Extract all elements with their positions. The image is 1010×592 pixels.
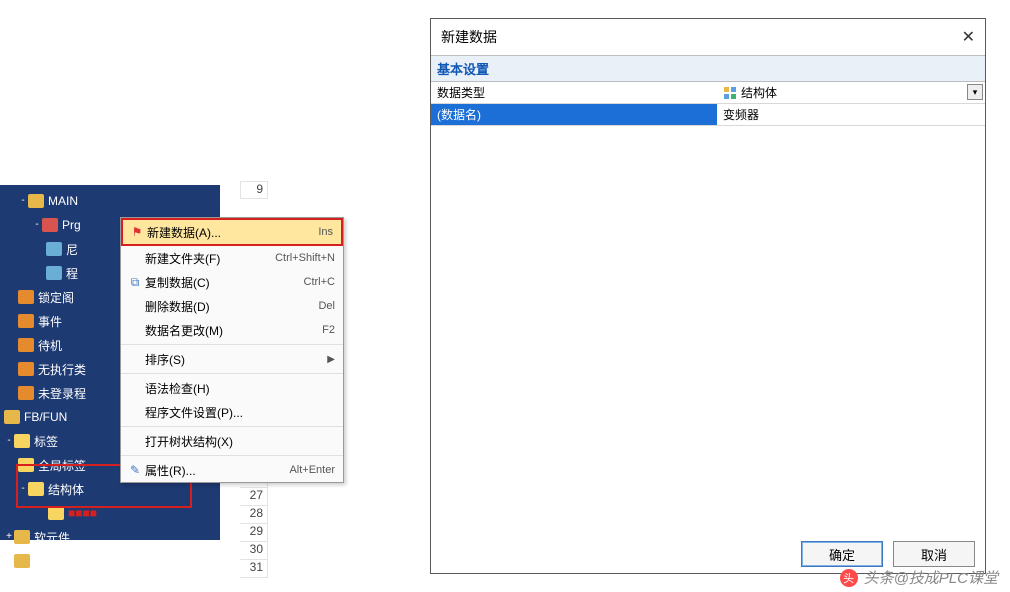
menu-label: 删除数据(D) — [145, 298, 318, 315]
watermark-icon: 头 — [840, 569, 858, 587]
copy-icon: ⧉ — [125, 274, 145, 290]
menu-shortcut: F2 — [322, 324, 335, 336]
new-data-dialog: 新建数据 ✕ 基本设置 数据类型 结构体 ▾ (数据名) 确定 取消 — [430, 18, 986, 574]
properties-icon: ✎ — [125, 462, 145, 478]
menu-shortcut: Del — [318, 300, 335, 312]
menu-separator — [121, 373, 343, 374]
tag-icon — [14, 434, 30, 448]
block-icon — [46, 242, 62, 256]
menu-label: 语法检查(H) — [145, 380, 335, 397]
tree-item-main[interactable]: - MAIN — [4, 189, 220, 213]
data-type-label: 数据类型 — [431, 82, 717, 103]
menu-copy-data[interactable]: ⧉ 复制数据(C) Ctrl+C — [121, 270, 343, 294]
tree-item-devcomment[interactable]: +软元件 — [4, 525, 220, 549]
tree-label: 无执行类 — [38, 361, 86, 378]
folder-icon — [18, 338, 34, 352]
tree-label: 待机 — [38, 337, 62, 354]
data-name-label: (数据名) — [431, 104, 717, 125]
row-data-name: (数据名) — [431, 104, 985, 126]
menu-label: 新建数据(A)... — [147, 224, 318, 241]
menu-label: 打开树状结构(X) — [145, 433, 335, 450]
tree-label: Prg — [62, 218, 81, 232]
tree-label: 未登录程 — [38, 385, 86, 402]
cancel-button[interactable]: 取消 — [893, 541, 975, 567]
row-number: 9 — [240, 181, 268, 199]
row-number: 27 — [240, 488, 268, 506]
menu-separator — [121, 455, 343, 456]
tree-label: 尼 — [66, 241, 78, 258]
tree-label: MAIN — [48, 194, 78, 208]
tree-label: ■■■■ — [68, 506, 97, 520]
tree-label: 事件 — [38, 313, 62, 330]
flag-icon: ⚑ — [127, 224, 147, 240]
menu-shortcut: Alt+Enter — [289, 464, 335, 476]
tree-label: 程 — [66, 265, 78, 282]
watermark-text: 头条@技成PLC课堂 — [864, 567, 998, 588]
row-number: 30 — [240, 542, 268, 560]
tree-label: FB/FUN — [24, 410, 67, 424]
menu-sort[interactable]: 排序(S) ▶ — [121, 347, 343, 371]
menu-new-data[interactable]: ⚑ 新建数据(A)... Ins — [123, 220, 341, 244]
watermark: 头 头条@技成PLC课堂 — [840, 567, 998, 588]
folder-icon — [18, 362, 34, 376]
row-number: 31 — [240, 560, 268, 578]
close-icon[interactable]: ✕ — [962, 27, 975, 47]
menu-label: 新建文件夹(F) — [145, 250, 275, 267]
dialog-title: 新建数据 — [441, 27, 497, 47]
block-icon — [46, 266, 62, 280]
menu-program-file-settings[interactable]: 程序文件设置(P)... — [121, 400, 343, 424]
menu-expand-tree[interactable]: 打开树状结构(X) — [121, 429, 343, 453]
program-icon — [42, 218, 58, 232]
menu-separator — [121, 344, 343, 345]
expander-icon: - — [18, 196, 28, 206]
submenu-arrow-icon: ▶ — [327, 354, 335, 365]
tree-item-param[interactable]: +参数 — [4, 549, 220, 573]
menu-new-folder[interactable]: 新建文件夹(F) Ctrl+Shift+N — [121, 246, 343, 270]
ok-button[interactable]: 确定 — [801, 541, 883, 567]
menu-label: 复制数据(C) — [145, 274, 304, 291]
menu-label: 排序(S) — [145, 351, 327, 368]
menu-syntax-check[interactable]: 语法检查(H) — [121, 376, 343, 400]
folder-icon — [18, 314, 34, 328]
tree-label: 锁定阁 — [38, 289, 74, 306]
tree-label: 软元件 — [34, 529, 70, 546]
data-type-value: 结构体 — [741, 84, 777, 101]
dialog-titlebar: 新建数据 ✕ — [431, 19, 985, 55]
row-number: 28 — [240, 506, 268, 524]
menu-label: 属性(R)... — [145, 462, 289, 479]
folder-icon — [14, 530, 30, 544]
tree-label: 参数 — [34, 553, 58, 570]
menu-new-data-highlight: ⚑ 新建数据(A)... Ins — [121, 218, 343, 246]
menu-delete-data[interactable]: 删除数据(D) Del — [121, 294, 343, 318]
row-numbers: 26 27 28 29 30 31 — [240, 470, 268, 578]
dropdown-arrow-icon[interactable]: ▾ — [967, 84, 983, 100]
menu-separator — [121, 426, 343, 427]
tree-label: 标签 — [34, 433, 58, 450]
menu-shortcut: Ctrl+Shift+N — [275, 252, 335, 264]
menu-rename-data[interactable]: 数据名更改(M) F2 — [121, 318, 343, 342]
folder-icon — [18, 290, 34, 304]
menu-label: 程序文件设置(P)... — [145, 404, 335, 421]
menu-properties[interactable]: ✎ 属性(R)... Alt+Enter — [121, 458, 343, 482]
struct-icon — [48, 506, 64, 520]
row-number: 29 — [240, 524, 268, 542]
folder-icon — [28, 194, 44, 208]
section-header-basic: 基本设置 — [431, 56, 985, 82]
row-data-type: 数据类型 结构体 ▾ — [431, 82, 985, 104]
menu-shortcut: Ctrl+C — [304, 276, 335, 288]
struct-type-icon — [723, 86, 737, 100]
folder-icon — [14, 554, 30, 568]
menu-label: 数据名更改(M) — [145, 322, 322, 339]
menu-shortcut: Ins — [318, 226, 333, 238]
context-menu: ⚑ 新建数据(A)... Ins 新建文件夹(F) Ctrl+Shift+N ⧉… — [120, 217, 344, 483]
folder-icon — [4, 410, 20, 424]
data-name-input[interactable] — [723, 108, 979, 122]
folder-icon — [18, 386, 34, 400]
data-type-dropdown[interactable]: 结构体 ▾ — [717, 82, 985, 103]
